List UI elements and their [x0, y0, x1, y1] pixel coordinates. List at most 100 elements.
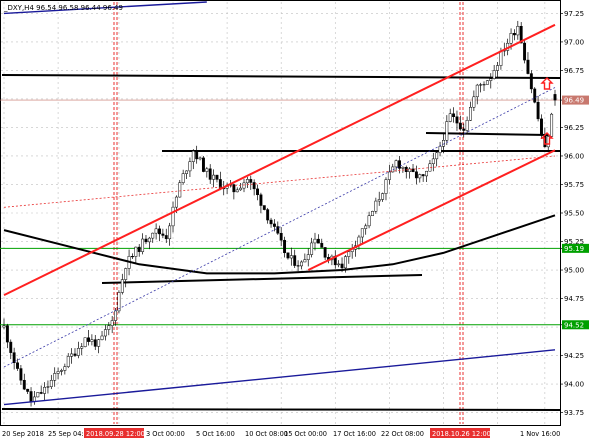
candle[interactable] — [475, 84, 479, 98]
chart-canvas[interactable]: 97.25 97.00 96.75 96.49 96.25 96.00 95.75 95.50… — [0, 0, 590, 443]
candle[interactable] — [168, 225, 172, 240]
candle[interactable] — [533, 88, 537, 103]
candle[interactable] — [70, 353, 74, 357]
candle[interactable] — [100, 335, 104, 340]
candle[interactable] — [553, 94, 557, 101]
candle[interactable] — [374, 200, 378, 212]
candle[interactable] — [462, 128, 466, 131]
candle[interactable] — [381, 193, 385, 200]
candle[interactable] — [198, 157, 202, 160]
candle[interactable] — [371, 211, 374, 216]
candle[interactable] — [151, 232, 155, 239]
candle[interactable] — [313, 238, 317, 244]
candle[interactable] — [249, 179, 253, 183]
candle[interactable] — [536, 101, 540, 120]
candle[interactable] — [49, 380, 53, 387]
candle[interactable] — [2, 325, 6, 328]
candle[interactable] — [73, 353, 77, 356]
candle[interactable] — [269, 219, 273, 225]
candle[interactable] — [144, 238, 148, 243]
candle[interactable] — [131, 256, 134, 258]
candle[interactable] — [425, 170, 428, 177]
candle[interactable] — [208, 168, 212, 180]
candle[interactable] — [239, 187, 243, 191]
candle[interactable] — [286, 252, 290, 259]
candle[interactable] — [232, 184, 236, 193]
candle[interactable] — [320, 242, 324, 248]
candle[interactable] — [398, 160, 401, 169]
candle[interactable] — [9, 341, 13, 353]
candle[interactable] — [191, 150, 195, 162]
candle[interactable] — [384, 179, 388, 194]
candle[interactable] — [103, 329, 107, 337]
candle[interactable] — [401, 167, 405, 169]
candle[interactable] — [114, 310, 118, 321]
candle[interactable] — [394, 160, 398, 168]
candle[interactable] — [161, 233, 165, 236]
candle[interactable] — [472, 96, 476, 108]
candle[interactable] — [492, 70, 496, 79]
candle[interactable] — [300, 261, 303, 267]
candle[interactable] — [377, 199, 381, 202]
candle[interactable] — [29, 391, 33, 402]
candle[interactable] — [147, 237, 151, 243]
candle[interactable] — [201, 157, 205, 172]
candle[interactable] — [364, 225, 368, 229]
candle[interactable] — [485, 80, 489, 85]
candle[interactable] — [171, 206, 175, 227]
candle[interactable] — [63, 366, 67, 371]
candle[interactable] — [455, 116, 459, 124]
candle[interactable] — [16, 362, 19, 369]
candle[interactable] — [479, 84, 483, 86]
candle[interactable] — [509, 32, 513, 44]
candle[interactable] — [482, 84, 486, 86]
candle[interactable] — [279, 232, 283, 241]
candle[interactable] — [418, 174, 422, 179]
candle[interactable] — [245, 179, 249, 184]
candle[interactable] — [310, 242, 314, 255]
candle[interactable] — [283, 239, 287, 254]
candle[interactable] — [124, 268, 128, 280]
candle[interactable] — [56, 371, 60, 374]
candle[interactable] — [195, 150, 199, 160]
candle[interactable] — [489, 78, 493, 81]
candle[interactable] — [496, 65, 499, 71]
candle[interactable] — [181, 173, 185, 183]
candle[interactable] — [529, 73, 533, 90]
candle[interactable] — [540, 118, 543, 136]
candle[interactable] — [323, 247, 327, 258]
candle[interactable] — [39, 392, 43, 394]
candle[interactable] — [296, 265, 300, 267]
candle[interactable] — [347, 251, 351, 257]
candle[interactable] — [259, 194, 263, 206]
candle[interactable] — [87, 337, 90, 342]
candle[interactable] — [360, 228, 364, 238]
candle[interactable] — [205, 168, 209, 172]
candle[interactable] — [178, 182, 182, 198]
candle[interactable] — [266, 209, 270, 221]
candle[interactable] — [97, 339, 101, 347]
candle[interactable] — [107, 325, 111, 330]
candle[interactable] — [303, 259, 307, 263]
candle[interactable] — [26, 388, 30, 392]
candle[interactable] — [438, 146, 442, 153]
candle[interactable] — [19, 368, 23, 381]
candle[interactable] — [110, 320, 114, 326]
candle[interactable] — [174, 196, 178, 208]
candle[interactable] — [526, 59, 530, 74]
candle[interactable] — [516, 25, 520, 36]
candle[interactable] — [262, 205, 266, 210]
candle[interactable] — [306, 254, 310, 260]
candle[interactable] — [80, 346, 84, 349]
candle[interactable] — [340, 263, 344, 269]
candle[interactable] — [83, 337, 87, 347]
candle[interactable] — [421, 174, 425, 177]
candle[interactable] — [523, 42, 527, 61]
candle[interactable] — [469, 106, 472, 121]
candle[interactable] — [465, 119, 469, 131]
candle[interactable] — [215, 174, 219, 180]
candle[interactable] — [452, 113, 456, 117]
candle[interactable] — [337, 263, 341, 266]
candle[interactable] — [120, 279, 124, 293]
candle[interactable] — [53, 373, 57, 381]
